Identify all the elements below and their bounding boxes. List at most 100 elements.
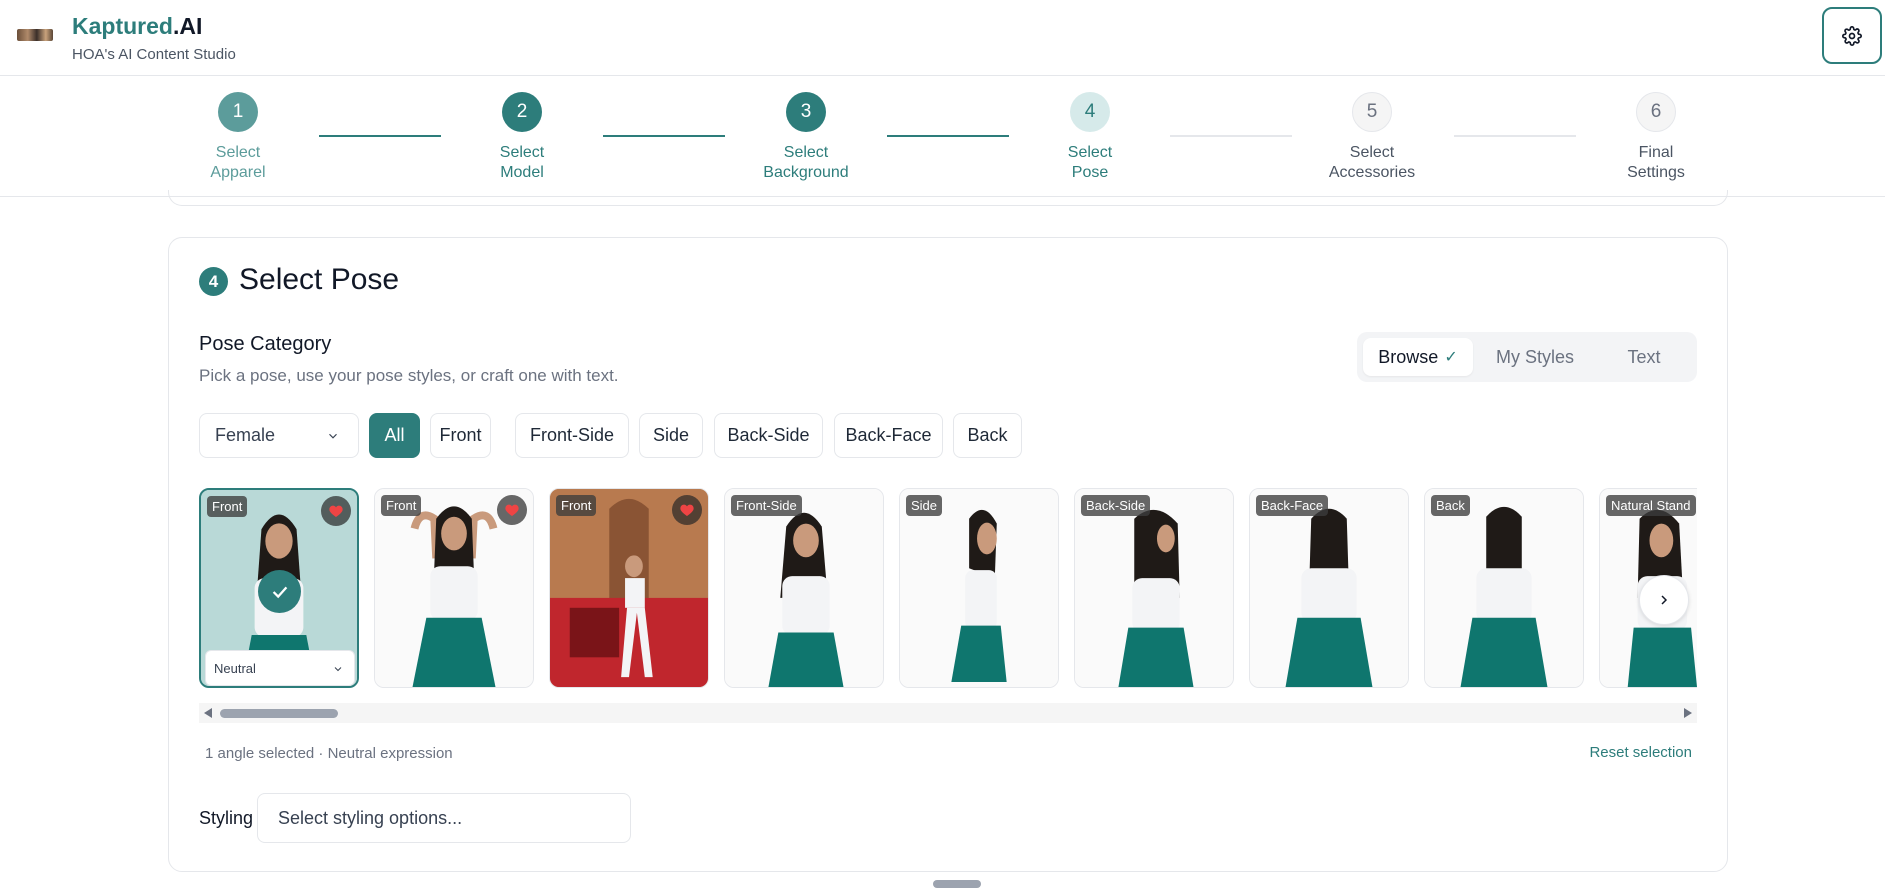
step-connector [319,135,441,137]
pose-thumbnail [725,489,883,687]
step-label-line2: Pose [1071,164,1109,181]
pose-thumbnail [1075,489,1233,687]
check-icon [272,586,287,598]
carousel-scrollbar[interactable] [199,703,1697,723]
brand-suffix: .AI [172,13,203,39]
step-select-background[interactable]: 3 Select Background [736,92,876,183]
pose-card[interactable]: Back-Side [1074,488,1234,688]
settings-button[interactable] [1822,7,1882,64]
step-select-pose[interactable]: 4 Select Pose [1020,92,1160,183]
gear-icon [1842,25,1862,46]
step-label: Select Model [452,143,592,183]
filter-chip-back-side[interactable]: Back-Side [714,413,823,458]
drag-handle[interactable] [933,880,981,888]
step-label-line2: Accessories [1328,164,1416,181]
heart-icon [680,504,694,516]
mode-browse-button[interactable]: Browse ✓ [1363,338,1473,376]
mode-my-styles-button[interactable]: My Styles [1475,338,1595,376]
pose-card[interactable]: Front-Side [724,488,884,688]
step-label: Select Apparel [168,143,308,183]
pose-card[interactable]: Front [374,488,534,688]
pose-card[interactable]: Front Neutral [199,488,359,688]
pose-card[interactable]: Back [1424,488,1584,688]
step-number: 5 [1352,92,1392,132]
pose-card[interactable]: Front [549,488,709,688]
step-label-line2: Model [500,164,544,181]
brand-main: Kaptured [72,13,173,39]
filter-chip-front-side[interactable]: Front-Side [515,413,629,458]
selection-summary: 1 angle selected · Neutral expression [205,745,453,762]
brand-subtitle: HOA's AI Content Studio [72,46,236,63]
filter-chip-side[interactable]: Side [639,413,703,458]
pose-thumbnail [1425,489,1583,687]
step-label-line1: Select [1067,144,1113,161]
pose-category-title: Pose Category [199,333,332,355]
reset-selection-link[interactable]: Reset selection [1589,744,1692,761]
mode-text-label: Text [1627,346,1661,367]
step-connector [1170,135,1292,137]
selected-check-badge [258,570,301,613]
step-label: Select Pose [1020,143,1160,183]
step-label-line1: Select [499,144,545,161]
step-label-line2: Settings [1627,164,1685,181]
step-number: 6 [1636,92,1676,132]
previous-section-card-edge [168,190,1728,206]
filter-chip-back-face[interactable]: Back-Face [834,413,943,458]
step-number: 1 [218,92,258,132]
step-select-apparel[interactable]: 1 Select Apparel [168,92,308,183]
pose-tag: Side [906,495,943,516]
section-number-badge: 4 [199,267,228,296]
step-select-accessories[interactable]: 5 Select Accessories [1302,92,1442,183]
mode-text-button[interactable]: Text [1597,338,1691,376]
step-label: Select Background [736,143,876,183]
mode-toggle: Browse ✓ My Styles Text [1357,332,1697,382]
step-number: 3 [786,92,826,132]
mode-my-styles-label: My Styles [1495,346,1574,367]
favorite-button[interactable] [321,496,351,526]
logo-thumbnail [17,29,53,41]
filter-chip-all[interactable]: All [369,413,420,458]
pose-tag: Natural Stand [1606,495,1696,516]
styling-select[interactable]: Select styling options... [257,793,631,843]
app-header: Kaptured.AI HOA's AI Content Studio [0,0,1885,76]
expression-select[interactable]: Neutral [205,650,355,686]
pose-category-subtitle: Pick a pose, use your pose styles, or cr… [199,366,619,385]
step-label: Final Settings [1586,143,1726,183]
pose-thumbnail [900,489,1058,687]
favorite-button[interactable] [672,495,702,525]
pose-tag: Front [556,495,597,516]
brand-name: Kaptured.AI [72,13,202,40]
filter-chip-back[interactable]: Back [953,413,1022,458]
favorite-button[interactable] [497,495,527,525]
carousel-next-button[interactable] [1639,575,1689,625]
step-label: Select Accessories [1302,143,1442,183]
pose-tag: Back-Side [1081,495,1151,516]
gender-select-value: Female [215,425,276,445]
step-number: 4 [1070,92,1110,132]
step-number: 2 [502,92,542,132]
step-label-line2: Apparel [210,164,266,181]
gender-select[interactable]: Female [199,413,359,458]
select-pose-card: 4 Select Pose Pose Category Pick a pose,… [168,237,1728,872]
pose-card[interactable]: Side [899,488,1059,688]
step-connector [603,135,725,137]
check-icon: ✓ [1444,349,1458,366]
scroll-right-arrow-icon[interactable] [1684,708,1692,718]
mode-browse-label: Browse [1378,346,1439,367]
section-title: Select Pose [239,263,400,296]
step-label-line1: Select [783,144,829,161]
pose-tag: Back [1431,495,1470,516]
step-select-model[interactable]: 2 Select Model [452,92,592,183]
filter-chip-front[interactable]: Front [430,413,491,458]
scrollbar-thumb[interactable] [220,709,338,718]
scroll-left-arrow-icon[interactable] [204,708,212,718]
step-connector [1454,135,1576,137]
expression-select-value: Neutral [214,660,256,676]
styling-label: Styling [199,808,254,828]
step-final-settings[interactable]: 6 Final Settings [1586,92,1726,183]
pose-tag: Back-Face [1256,495,1329,516]
chevron-down-icon [329,433,337,439]
step-label-line1: Select [1349,144,1395,161]
pose-card[interactable]: Back-Face [1249,488,1409,688]
step-label-line1: Final [1638,144,1674,161]
